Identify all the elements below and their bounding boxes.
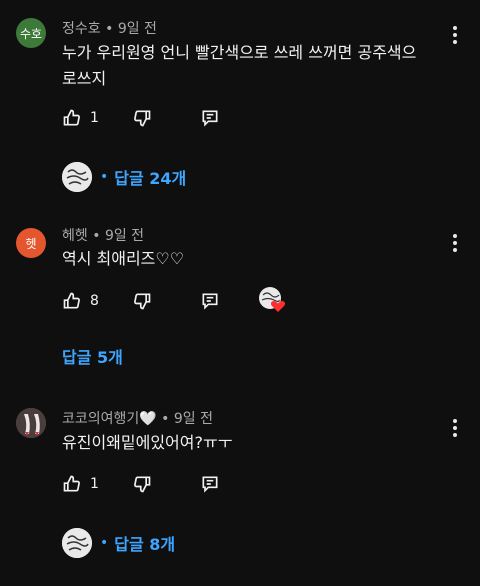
- like-count: 1: [90, 476, 99, 492]
- creator-avatar: [62, 528, 92, 558]
- replies-toggle[interactable]: • 답글 8개: [62, 528, 175, 558]
- reply-icon: [202, 476, 218, 493]
- avatar[interactable]: [16, 408, 46, 438]
- comment-item: 코코의여행기🤍 • 9일 전 유진이왜밑에있어여?ㅠㅜ 1 • 답글 8개: [0, 398, 480, 586]
- more-vert-icon[interactable]: [452, 26, 458, 44]
- timestamp: 9일 전: [173, 411, 214, 427]
- comment-actions: 1: [62, 473, 362, 495]
- author-name[interactable]: 헤헷: [62, 228, 88, 244]
- more-vert-icon[interactable]: [452, 234, 458, 252]
- separator: •: [92, 228, 101, 244]
- replies-toggle[interactable]: • 답글 24개: [62, 162, 186, 192]
- separator: •: [105, 21, 114, 37]
- author-name[interactable]: 정수호: [62, 21, 101, 37]
- creator-avatar: [62, 162, 92, 192]
- timestamp: 9일 전: [104, 228, 145, 244]
- dislike-button[interactable]: [132, 473, 152, 495]
- comment-meta: 헤헷 • 9일 전: [62, 225, 144, 245]
- comment-meta: 정수호 • 9일 전: [62, 18, 157, 38]
- separator: •: [100, 535, 109, 551]
- dislike-button[interactable]: [132, 107, 152, 129]
- reply-icon: [202, 110, 218, 127]
- comment-actions: 1: [62, 107, 362, 129]
- comment-meta: 코코의여행기🤍 • 9일 전: [62, 408, 213, 428]
- timestamp: 9일 전: [117, 21, 157, 37]
- avatar[interactable]: 수호: [16, 18, 46, 48]
- reply-button[interactable]: [200, 473, 220, 495]
- comment-item: 수호 정수호 • 9일 전 누가 우리원영 언니 빨간색으로 쓰레 쓰꺼면 공주…: [0, 0, 480, 200]
- more-vert-icon[interactable]: [452, 419, 458, 437]
- like-button[interactable]: 8: [62, 290, 99, 312]
- avatar-image: [16, 408, 46, 438]
- comment-item: 헷 헤헷 • 9일 전 역시 최애리즈♡♡ 8 답글 5개: [0, 210, 480, 380]
- creator-heart: [258, 286, 286, 314]
- replies-toggle[interactable]: 답글 5개: [62, 344, 123, 368]
- comment-text: 유진이왜밑에있어여?ㅠㅜ: [62, 433, 233, 452]
- replies-label: 답글 8개: [114, 535, 176, 554]
- thumb-up-icon: [63, 109, 80, 126]
- separator: •: [161, 411, 170, 427]
- like-button[interactable]: 1: [62, 107, 99, 129]
- reply-button[interactable]: [200, 290, 220, 312]
- like-count: 1: [90, 110, 99, 126]
- avatar[interactable]: 헷: [16, 228, 46, 258]
- separator: •: [100, 169, 109, 185]
- like-button[interactable]: 1: [62, 473, 99, 495]
- author-name[interactable]: 코코의여행기🤍: [62, 411, 157, 427]
- replies-label: 답글 24개: [114, 169, 187, 188]
- reply-icon: [202, 293, 218, 310]
- thumb-down-icon: [134, 110, 151, 127]
- comment-text: 역시 최애리즈♡♡: [62, 249, 185, 268]
- thumb-up-icon: [63, 475, 80, 492]
- replies-label: 답글 5개: [62, 348, 123, 367]
- thumb-down-icon: [134, 293, 151, 310]
- thumb-up-icon: [63, 292, 80, 309]
- dislike-button[interactable]: [132, 290, 152, 312]
- comment-actions: 8: [62, 287, 362, 312]
- thumb-down-icon: [134, 476, 151, 493]
- like-count: 8: [90, 293, 99, 309]
- reply-button[interactable]: [200, 107, 220, 129]
- comment-text: 누가 우리원영 언니 빨간색으로 쓰레 쓰꺼면 공주색으 로쓰지: [62, 43, 417, 88]
